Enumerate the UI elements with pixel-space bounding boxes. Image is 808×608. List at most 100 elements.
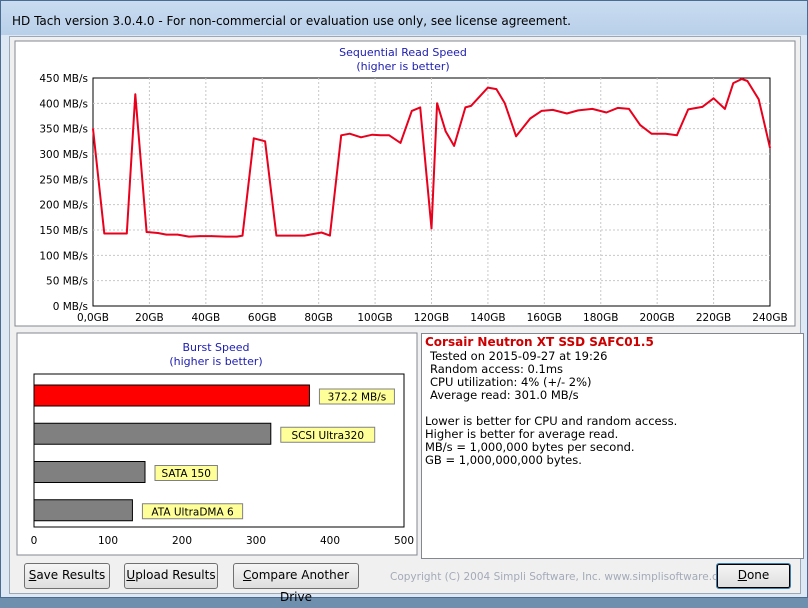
read-speed-point bbox=[210, 235, 213, 237]
read-speed-point bbox=[676, 134, 678, 137]
read-speed-point bbox=[388, 134, 390, 137]
burst-bar-label: 372.2 MB/s bbox=[328, 392, 387, 404]
read-speed-point bbox=[515, 135, 517, 138]
burst-bar bbox=[33, 499, 133, 522]
app-window: HD Tach version 3.0.4.0 - For non-commer… bbox=[0, 0, 808, 604]
read-speed-point bbox=[740, 78, 743, 80]
read-speed-point bbox=[289, 234, 292, 237]
read-speed-point bbox=[176, 233, 179, 236]
read-speed-point bbox=[540, 110, 543, 112]
read-speed-point bbox=[430, 227, 433, 230]
cpu-utilization: CPU utilization: 4% (+/- 2%) bbox=[430, 375, 592, 389]
drive-name: Corsair Neutron XT SSD SAFC01.5 bbox=[425, 335, 654, 349]
read-speed-point bbox=[199, 235, 201, 237]
read-speed-point bbox=[329, 234, 331, 237]
x-tick-label: 220GB bbox=[696, 312, 731, 324]
y-tick-label: 400 MB/s bbox=[39, 98, 88, 110]
chart-subtitle: (higher is better) bbox=[356, 60, 449, 73]
burst-x-tick-label: 0 bbox=[31, 535, 38, 547]
title-bar[interactable]: HD Tach version 3.0.4.0 - For non-commer… bbox=[1, 1, 807, 35]
read-speed-point bbox=[340, 134, 343, 137]
read-speed-point bbox=[757, 98, 760, 101]
read-speed-point bbox=[236, 235, 238, 238]
burst-x-tick-label: 300 bbox=[246, 535, 266, 547]
read-speed-point bbox=[453, 145, 455, 147]
read-speed-point bbox=[419, 106, 422, 109]
burst-speed-chart: Burst Speed (higher is better) 372.2 MB/… bbox=[16, 332, 418, 556]
read-speed-point bbox=[157, 232, 159, 234]
sequential-read-chart: Sequential Read Speed (higher is better)… bbox=[14, 40, 796, 327]
read-speed-point bbox=[410, 110, 413, 112]
note-gb: GB = 1,000,000,000 bytes. bbox=[425, 453, 582, 467]
read-speed-point bbox=[701, 106, 704, 108]
read-speed-point bbox=[664, 132, 667, 135]
y-tick-label: 350 MB/s bbox=[39, 124, 88, 136]
x-tick-label: 20GB bbox=[135, 312, 164, 324]
x-tick-label: 120GB bbox=[414, 312, 449, 324]
note-cpu: Lower is better for CPU and random acces… bbox=[425, 414, 678, 428]
read-speed-point bbox=[639, 124, 642, 126]
read-speed-point bbox=[92, 127, 94, 130]
read-speed-point bbox=[103, 232, 106, 235]
read-speed-point bbox=[264, 140, 266, 143]
read-speed-point bbox=[320, 231, 323, 234]
read-speed-point bbox=[616, 107, 619, 109]
read-speed-point bbox=[529, 117, 532, 120]
x-tick-label: 200GB bbox=[639, 312, 674, 324]
read-speed-point bbox=[379, 134, 382, 137]
burst-x-tick-label: 200 bbox=[172, 535, 192, 547]
burst-x-tick-label: 100 bbox=[98, 535, 118, 547]
burst-bar bbox=[33, 384, 310, 407]
y-tick-label: 50 MB/s bbox=[46, 276, 88, 288]
y-tick-label: 200 MB/s bbox=[39, 200, 88, 212]
read-speed-point bbox=[348, 132, 351, 135]
burst-bar-label: SCSI Ultra320 bbox=[291, 430, 364, 442]
compare-drive-button[interactable]: Compare Another Drive bbox=[233, 563, 359, 604]
upload-accel-key: U bbox=[126, 568, 136, 582]
save-label: ave Results bbox=[36, 568, 106, 582]
upload-label: pload Results bbox=[135, 568, 216, 582]
copyright-text: Copyright (C) 2004 Simpli Software, Inc.… bbox=[390, 571, 735, 583]
read-speed-point bbox=[470, 105, 472, 107]
burst-bar bbox=[33, 422, 272, 445]
read-speed-point bbox=[628, 108, 630, 110]
compare-label: ompare Another Drive bbox=[251, 568, 350, 604]
x-tick-label: 0,0GB bbox=[77, 312, 109, 324]
x-tick-label: 240GB bbox=[752, 312, 787, 324]
burst-x-tick-label: 500 bbox=[394, 535, 414, 547]
read-speed-point bbox=[687, 108, 689, 111]
y-tick-label: 250 MB/s bbox=[39, 174, 88, 186]
read-speed-point bbox=[436, 102, 438, 105]
read-speed-point bbox=[275, 234, 278, 237]
x-tick-label: 160GB bbox=[527, 312, 562, 324]
random-access: Random access: 0.1ms bbox=[430, 362, 564, 376]
read-speed-point bbox=[591, 108, 594, 110]
save-results-button[interactable]: Save Results bbox=[24, 563, 110, 589]
read-speed-point bbox=[123, 232, 125, 235]
read-speed-point bbox=[746, 80, 749, 82]
chart-title: Sequential Read Speed bbox=[339, 46, 467, 59]
x-tick-label: 100GB bbox=[357, 312, 392, 324]
read-speed-point bbox=[504, 102, 506, 105]
upload-results-button[interactable]: Upload Results bbox=[124, 563, 218, 589]
read-speed-point bbox=[165, 233, 168, 236]
average-read: Average read: 301.0 MB/s bbox=[430, 388, 579, 402]
read-speed-point bbox=[712, 97, 715, 100]
read-speed-point bbox=[134, 93, 137, 96]
y-tick-label: 450 MB/s bbox=[39, 73, 88, 85]
read-speed-point bbox=[145, 231, 148, 233]
read-speed-point bbox=[495, 88, 498, 90]
burst-subtitle: (higher is better) bbox=[169, 355, 262, 368]
read-speed-point bbox=[577, 109, 579, 112]
x-tick-label: 40GB bbox=[191, 312, 220, 324]
burst-bar-label: SATA 150 bbox=[162, 468, 211, 480]
done-accel-key: D bbox=[737, 568, 747, 582]
read-speed-point bbox=[371, 133, 374, 136]
results-panel: Corsair Neutron XT SSD SAFC01.5 Tested o… bbox=[421, 333, 804, 559]
window-title: HD Tach version 3.0.4.0 - For non-commer… bbox=[12, 14, 571, 28]
read-speed-point bbox=[126, 232, 128, 235]
y-tick-label: 100 MB/s bbox=[39, 250, 88, 262]
y-tick-label: 150 MB/s bbox=[39, 225, 88, 237]
done-button[interactable]: Done bbox=[716, 563, 791, 589]
read-speed-point bbox=[252, 137, 255, 140]
